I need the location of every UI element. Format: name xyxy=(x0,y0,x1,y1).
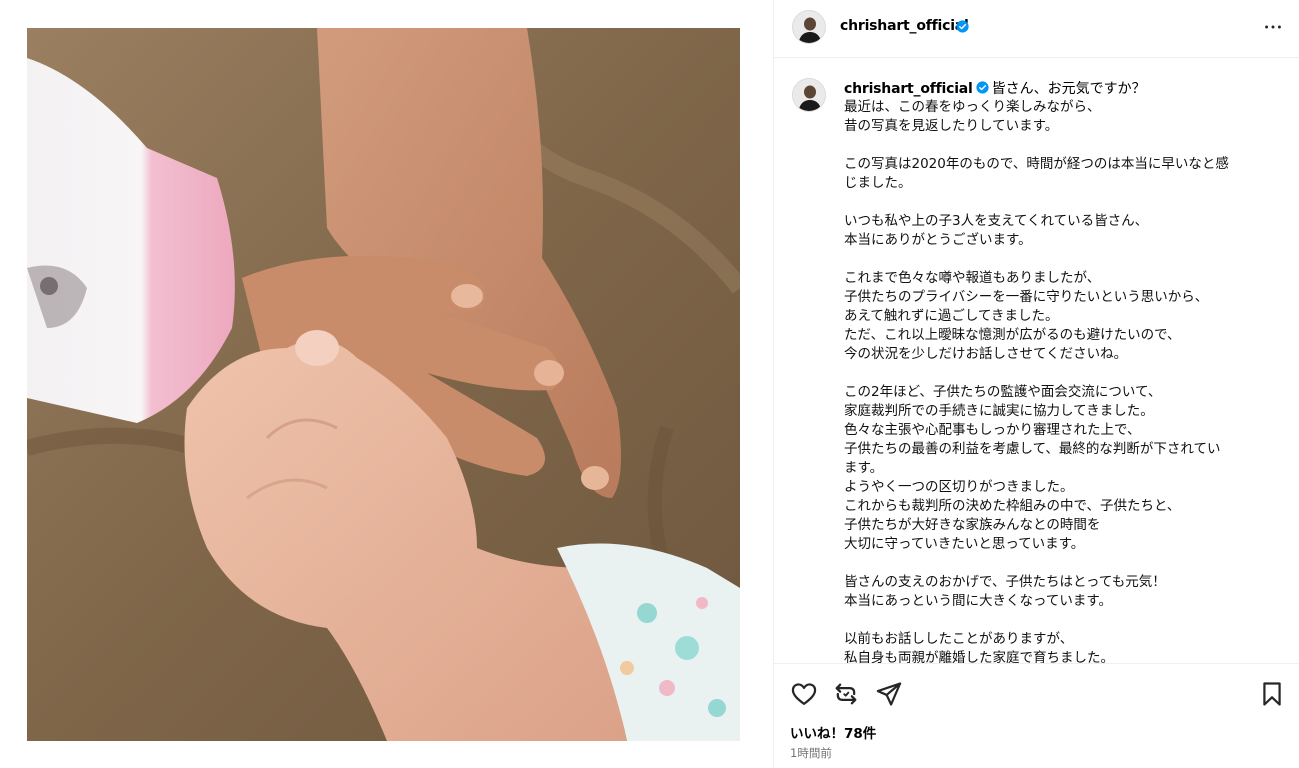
caption-line: ます。 xyxy=(844,460,884,476)
caption-line: 皆さんの支えのおかげで、子供たちはとっても元気！ xyxy=(844,574,1166,590)
post-photo[interactable] xyxy=(27,28,740,741)
author-avatar[interactable] xyxy=(792,10,826,44)
caption-line: これまで色々な噂や報道もありましたが、 xyxy=(844,270,1101,286)
caption-line: 子供たちの最善の利益を考慮して、最終的な判断が下されてい xyxy=(844,441,1221,457)
caption-line: いつも私や上の子3人を支えてくれている皆さん、 xyxy=(844,213,1149,229)
caption-line: じました。 xyxy=(844,175,912,191)
verified-badge-icon xyxy=(956,20,969,33)
caption-line: 大切に守っていきたいと思っています。 xyxy=(844,536,1085,552)
more-options-icon[interactable] xyxy=(1262,16,1284,38)
author-username[interactable]: chrishart_official xyxy=(840,18,969,34)
caption-username[interactable]: chrishart_official xyxy=(844,81,973,97)
caption-line: 最近は、この春をゆっくり楽しみながら、 xyxy=(844,99,1101,115)
caption-line: これからも裁判所の決めた枠組みの中で、子供たちと、 xyxy=(844,498,1181,514)
caption-line: 本当にあっという間に大きくなっています。 xyxy=(844,593,1112,609)
verified-badge-icon xyxy=(976,81,989,94)
caption-line: 皆さん、お元気ですか？ xyxy=(991,81,1146,97)
caption-line: 子供たちが大好きな家族みんなとの時間を xyxy=(844,517,1101,533)
caption-line: ようやく一つの区切りがつきました。 xyxy=(844,479,1074,495)
caption-line: 昔の写真を見返したりしています。 xyxy=(844,118,1059,134)
caption-line: 家庭裁判所での手続きに誠実に協力してきました。 xyxy=(844,403,1154,419)
caption-line: 色々な主張や心配事もしっかり審理された上で、 xyxy=(844,422,1141,438)
caption-header: chrishart_official 皆さん、お元気ですか？ xyxy=(844,78,1146,98)
caption-line: ただ、これ以上曖昧な憶測が広がるのも避けたいので、 xyxy=(844,327,1181,343)
caption-author-avatar[interactable] xyxy=(792,78,826,112)
caption-line: 本当にありがとうございます。 xyxy=(844,232,1032,248)
post-media-area xyxy=(0,0,773,768)
caption-scroll-area[interactable]: chrishart_official 皆さん、お元気ですか？ 最近は、この春をゆっ… xyxy=(774,60,1299,663)
profile-photo-icon xyxy=(793,79,825,111)
post-actions: いいね！78件 1時間前 xyxy=(774,663,1299,768)
caption-line: この2年ほど、子供たちの監護や面会交流について、 xyxy=(844,384,1162,400)
caption-line: 以前もお話ししたことがありますが、 xyxy=(844,631,1074,647)
like-count[interactable]: いいね！78件 xyxy=(790,722,876,742)
profile-photo-icon xyxy=(793,11,825,43)
caption-line: この写真は2020年のもので、時間が経つのは本当に早いなと感 xyxy=(844,156,1229,172)
post-side-panel: chrishart_official chrishart_official 皆さん… xyxy=(773,0,1299,768)
post-timestamp[interactable]: 1時間前 xyxy=(790,745,832,761)
caption-line: 今の状況を少しだけお話しさせてくださいね。 xyxy=(844,346,1128,362)
post-header: chrishart_official xyxy=(774,0,1299,58)
caption-line: 子供たちのプライバシーを一番に守りたいという思いから、 xyxy=(844,289,1209,305)
caption-line: あえて触れずに過ごしてきました。 xyxy=(844,308,1059,324)
caption-text: 最近は、この春をゆっくり楽しみながら、 昔の写真を見返したりしています。この写真は… xyxy=(844,98,1274,663)
bookmark-icon[interactable] xyxy=(1258,680,1286,708)
repost-icon[interactable] xyxy=(832,680,860,708)
heart-icon[interactable] xyxy=(790,680,818,708)
share-icon[interactable] xyxy=(875,680,903,708)
caption-line: 私自身も両親が離婚した家庭で育ちました。 xyxy=(844,650,1114,663)
hands-photo-illustration xyxy=(27,28,740,741)
